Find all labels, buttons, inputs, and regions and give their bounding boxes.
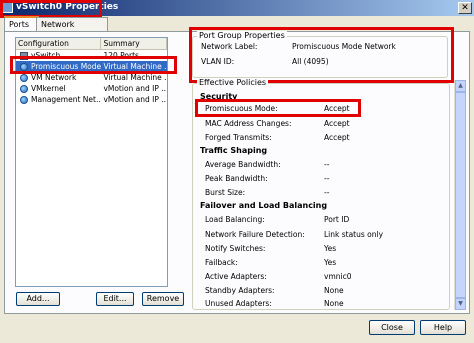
vswitch-icon (20, 51, 28, 60)
effective-policies-title: Effective Policies (197, 78, 269, 88)
list-row-vm-network[interactable]: VM Network Virtual Machine ... (16, 72, 167, 83)
vlan-id-label: VLAN ID: (201, 57, 235, 66)
list-row-promiscuous-mode[interactable]: Promiscuous Mode... Virtual Machine ... (16, 61, 167, 72)
port-group-properties-title: Port Group Properties (197, 31, 287, 41)
port-list: Configuration Summary vSwitch 120 Ports … (15, 37, 168, 287)
port-group-icon (20, 95, 28, 104)
list-row-management-network[interactable]: Management Net... vMotion and IP ... (16, 94, 167, 105)
failover-heading: Failover and Load Balancing (200, 201, 328, 210)
notify-switches-value: Yes (324, 244, 337, 253)
vlan-id-value: All (4095) (292, 57, 329, 66)
title-bar: vSwitch0 Properties ✕ (0, 0, 474, 16)
standby-adapters-label: Standby Adapters: (205, 286, 275, 295)
column-header-configuration[interactable]: Configuration (16, 38, 102, 49)
tab-network-adapters[interactable]: Network Adapters (36, 17, 108, 42)
list-header: Configuration Summary (16, 38, 167, 50)
mac-address-changes-label: MAC Address Changes: (205, 119, 292, 128)
failback-value: Yes (324, 258, 337, 267)
network-label-value: Promiscuous Mode Network (292, 42, 396, 51)
vswitch-window-icon (2, 2, 13, 13)
port-group-icon (20, 84, 28, 93)
column-header-summary[interactable]: Summary (101, 38, 167, 49)
burst-size-label: Burst Size: (205, 188, 246, 197)
average-bandwidth-value: -- (324, 160, 330, 169)
network-failure-detection-value: Link status only (324, 230, 384, 239)
row-summary: Virtual Machine ... (103, 73, 167, 82)
row-summary: vMotion and IP ... (103, 95, 167, 104)
load-balancing-value: Port ID (324, 215, 350, 224)
scroll-thumb[interactable] (455, 92, 466, 298)
average-bandwidth-label: Average Bandwidth: (205, 160, 281, 169)
peak-bandwidth-value: -- (324, 174, 330, 183)
list-row-vswitch[interactable]: vSwitch 120 Ports (16, 50, 167, 61)
peak-bandwidth-label: Peak Bandwidth: (205, 174, 268, 183)
row-summary: Virtual Machine ... (101, 61, 167, 72)
add-button[interactable]: Add... (16, 292, 60, 306)
promiscuous-mode-label: Promiscuous Mode: (205, 104, 278, 113)
notify-switches-label: Notify Switches: (205, 244, 266, 253)
row-config: VMkernel (31, 84, 66, 93)
port-group-icon (20, 62, 28, 71)
security-heading: Security (200, 92, 238, 101)
scroll-down-icon[interactable]: ▼ (455, 298, 466, 310)
active-adapters-value: vmnic0 (324, 272, 352, 281)
list-row-vmkernel[interactable]: VMkernel vMotion and IP ... (16, 83, 167, 94)
port-group-icon (20, 73, 28, 82)
row-config: Management Net... (31, 95, 102, 104)
row-config: Promiscuous Mode... (31, 62, 102, 71)
unused-adapters-label: Unused Adapters: (205, 299, 272, 308)
row-config: VM Network (31, 73, 77, 82)
row-summary: vMotion and IP ... (103, 84, 167, 93)
network-label-label: Network Label: (201, 42, 258, 51)
failback-label: Failback: (205, 258, 238, 267)
network-failure-detection-label: Network Failure Detection: (205, 230, 305, 239)
row-summary: 120 Ports (103, 51, 139, 60)
remove-button[interactable]: Remove (142, 292, 184, 306)
active-adapters-label: Active Adapters: (205, 272, 267, 281)
scroll-up-icon[interactable]: ▲ (455, 80, 466, 92)
policies-scrollbar[interactable]: ▲ ▼ (454, 80, 466, 310)
edit-button[interactable]: Edit... (96, 292, 134, 306)
traffic-shaping-heading: Traffic Shaping (200, 146, 268, 155)
row-config: vSwitch (31, 51, 61, 60)
help-button[interactable]: Help (420, 320, 466, 335)
mac-address-changes-value: Accept (324, 119, 350, 128)
standby-adapters-value: None (324, 286, 344, 295)
close-button[interactable]: Close (369, 320, 415, 335)
unused-adapters-value: None (324, 299, 344, 308)
burst-size-value: -- (324, 188, 330, 197)
window-title: vSwitch0 Properties (16, 2, 119, 12)
promiscuous-mode-value: Accept (324, 104, 350, 113)
forged-transmits-value: Accept (324, 133, 350, 142)
load-balancing-label: Load Balancing: (205, 215, 265, 224)
forged-transmits-label: Forged Transmits: (205, 133, 272, 142)
window-close-button[interactable]: ✕ (458, 2, 472, 14)
